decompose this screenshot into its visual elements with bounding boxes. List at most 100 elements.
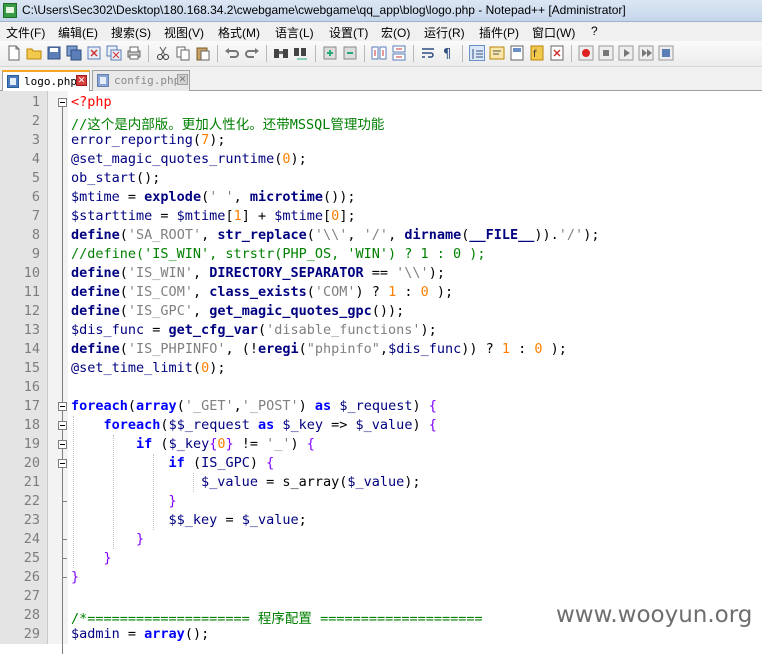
code-text[interactable]: error_reporting(7); [71, 132, 225, 148]
menu-help[interactable]: ? [591, 24, 598, 38]
menu-window[interactable]: 窗口(W) [532, 24, 575, 41]
close-all-icon[interactable] [106, 45, 122, 61]
redo-icon[interactable] [244, 45, 260, 61]
code-line[interactable]: 26} [0, 568, 762, 587]
undo-icon[interactable] [224, 45, 240, 61]
code-text[interactable]: if (IS_GPC) { [71, 455, 275, 471]
code-line[interactable]: 17 foreach(array('_GET','_POST') as $_req… [0, 397, 762, 416]
code-editor[interactable]: 1 <?php 2 //这个是内部版。更加人性化。还带MSSQL管理功能 3 error_… [0, 91, 762, 654]
record-macro-icon[interactable] [578, 45, 594, 61]
play-macro-icon[interactable] [618, 45, 634, 61]
code-text[interactable]: $$_key = $_value; [71, 512, 307, 528]
code-line[interactable]: 22 } [0, 492, 762, 511]
code-line[interactable]: 5 ob_start(); [0, 169, 762, 188]
code-line[interactable]: 19 if ($_key{0} != '_') { [0, 435, 762, 454]
code-line[interactable]: 4 @set_magic_quotes_runtime(0); [0, 150, 762, 169]
code-line[interactable]: 13 $dis_func = get_cfg_var('disable_funct… [0, 321, 762, 340]
code-line[interactable]: 15 @set_time_limit(0); [0, 359, 762, 378]
code-text[interactable]: define('IS_WIN', DIRECTORY_SEPARATOR == … [71, 265, 445, 281]
indent-guide-icon[interactable] [469, 45, 485, 61]
code-text[interactable]: } [71, 493, 177, 509]
code-line[interactable]: 16 [0, 378, 762, 397]
zoom-out-icon[interactable] [342, 45, 358, 61]
menu-plugins[interactable]: 插件(P) [479, 24, 519, 41]
code-line[interactable]: 9 //define('IS_WIN', strstr(PHP_OS, 'WIN'… [0, 245, 762, 264]
save-icon[interactable] [46, 45, 62, 61]
play-multiple-macro-icon[interactable] [638, 45, 654, 61]
code-line[interactable]: 25 } [0, 549, 762, 568]
function-list-icon[interactable]: f [529, 45, 545, 61]
tab-config-php[interactable]: config.php ✕ [92, 70, 190, 91]
doc-map-icon[interactable] [509, 45, 525, 61]
code-text[interactable]: $mtime = explode(' ', microtime()); [71, 189, 356, 205]
code-line[interactable]: 18 foreach($$_request as $_key => $_valu… [0, 416, 762, 435]
folder-as-workspace-icon[interactable] [549, 45, 565, 61]
cut-icon[interactable] [155, 45, 171, 61]
menu-macro[interactable]: 宏(O) [381, 24, 410, 41]
code-line[interactable]: 23 $$_key = $_value; [0, 511, 762, 530]
code-line[interactable]: 6 $mtime = explode(' ', microtime()); [0, 188, 762, 207]
menu-format[interactable]: 格式(M) [218, 24, 260, 41]
code-text[interactable]: define('IS_GPC', get_magic_quotes_gpc())… [71, 303, 404, 319]
code-text[interactable]: $starttime = $mtime[1] + $mtime[0]; [71, 208, 356, 224]
menu-edit[interactable]: 编辑(E) [58, 24, 98, 41]
code-text[interactable]: $admin = array(); [71, 626, 209, 642]
code-text[interactable]: @set_time_limit(0); [71, 360, 225, 376]
fold-toggle-icon[interactable] [58, 421, 67, 430]
code-line[interactable]: 3 error_reporting(7); [0, 131, 762, 150]
code-line[interactable]: 21 $_value = s_array($_value); [0, 473, 762, 492]
code-text[interactable]: foreach($$_request as $_key => $_value) … [71, 417, 437, 433]
fold-toggle-icon[interactable] [58, 402, 67, 411]
save-all-icon[interactable] [66, 45, 82, 61]
tab-logo-php[interactable]: logo.php ✕ [2, 70, 90, 92]
menu-search[interactable]: 搜索(S) [111, 24, 151, 41]
code-text[interactable]: define('IS_PHPINFO', (!eregi("phpinfo",$… [71, 341, 567, 357]
menu-file[interactable]: 文件(F) [6, 24, 45, 41]
show-all-chars-icon[interactable]: ¶ [440, 45, 456, 61]
code-text[interactable]: @set_magic_quotes_runtime(0); [71, 151, 307, 167]
code-line[interactable]: 8 define('SA_ROOT', str_replace('\\', '/'… [0, 226, 762, 245]
code-line[interactable]: 12 define('IS_GPC', get_magic_quotes_gpc(… [0, 302, 762, 321]
paste-icon[interactable] [195, 45, 211, 61]
code-text[interactable]: } [71, 569, 79, 585]
code-line[interactable]: 11 define('IS_COM', class_exists('COM') ?… [0, 283, 762, 302]
udl-icon[interactable] [489, 45, 505, 61]
code-text[interactable]: if ($_key{0} != '_') { [71, 436, 315, 452]
zoom-in-icon[interactable] [322, 45, 338, 61]
close-icon[interactable] [86, 45, 102, 61]
menu-run[interactable]: 运行(R) [424, 24, 465, 41]
code-line[interactable]: 20 if (IS_GPC) { [0, 454, 762, 473]
fold-toggle-icon[interactable] [58, 440, 67, 449]
code-text[interactable]: //这个是内部版。更加人性化。还带MSSQL管理功能 [71, 113, 384, 133]
code-text[interactable]: } [71, 550, 112, 566]
code-text[interactable]: $_value = s_array($_value); [71, 474, 420, 490]
code-line[interactable]: 14 define('IS_PHPINFO', (!eregi("phpinfo"… [0, 340, 762, 359]
code-line[interactable]: 1 <?php [0, 93, 762, 112]
code-line[interactable]: 24 } [0, 530, 762, 549]
code-text[interactable]: foreach(array('_GET','_POST') as $_reque… [71, 398, 437, 414]
print-icon[interactable] [126, 45, 142, 61]
code-line[interactable]: 2 //这个是内部版。更加人性化。还带MSSQL管理功能 [0, 112, 762, 133]
menu-view[interactable]: 视图(V) [164, 24, 204, 41]
code-text[interactable]: $dis_func = get_cfg_var('disable_functio… [71, 322, 437, 338]
code-text[interactable]: <?php [71, 94, 112, 110]
close-tab-icon[interactable]: ✕ [177, 74, 188, 85]
word-wrap-icon[interactable] [420, 45, 436, 61]
copy-icon[interactable] [175, 45, 191, 61]
open-file-icon[interactable] [26, 45, 42, 61]
replace-icon[interactable] [293, 45, 309, 61]
code-text[interactable]: ob_start(); [71, 170, 160, 186]
fold-toggle-icon[interactable] [58, 459, 67, 468]
stop-macro-icon[interactable] [598, 45, 614, 61]
save-macro-icon[interactable] [658, 45, 674, 61]
menu-settings[interactable]: 设置(T) [329, 24, 368, 41]
sync-vertical-icon[interactable] [371, 45, 387, 61]
code-line[interactable]: 10 define('IS_WIN', DIRECTORY_SEPARATOR =… [0, 264, 762, 283]
code-text[interactable]: /*==================== 程序配置 ============… [71, 607, 483, 627]
code-text[interactable]: define('SA_ROOT', str_replace('\\', '/',… [71, 227, 599, 243]
new-file-icon[interactable] [6, 45, 22, 61]
code-text[interactable]: //define('IS_WIN', strstr(PHP_OS, 'WIN')… [71, 246, 486, 262]
sync-horizontal-icon[interactable] [391, 45, 407, 61]
code-text[interactable]: } [71, 531, 144, 547]
close-tab-icon[interactable]: ✕ [76, 75, 87, 86]
